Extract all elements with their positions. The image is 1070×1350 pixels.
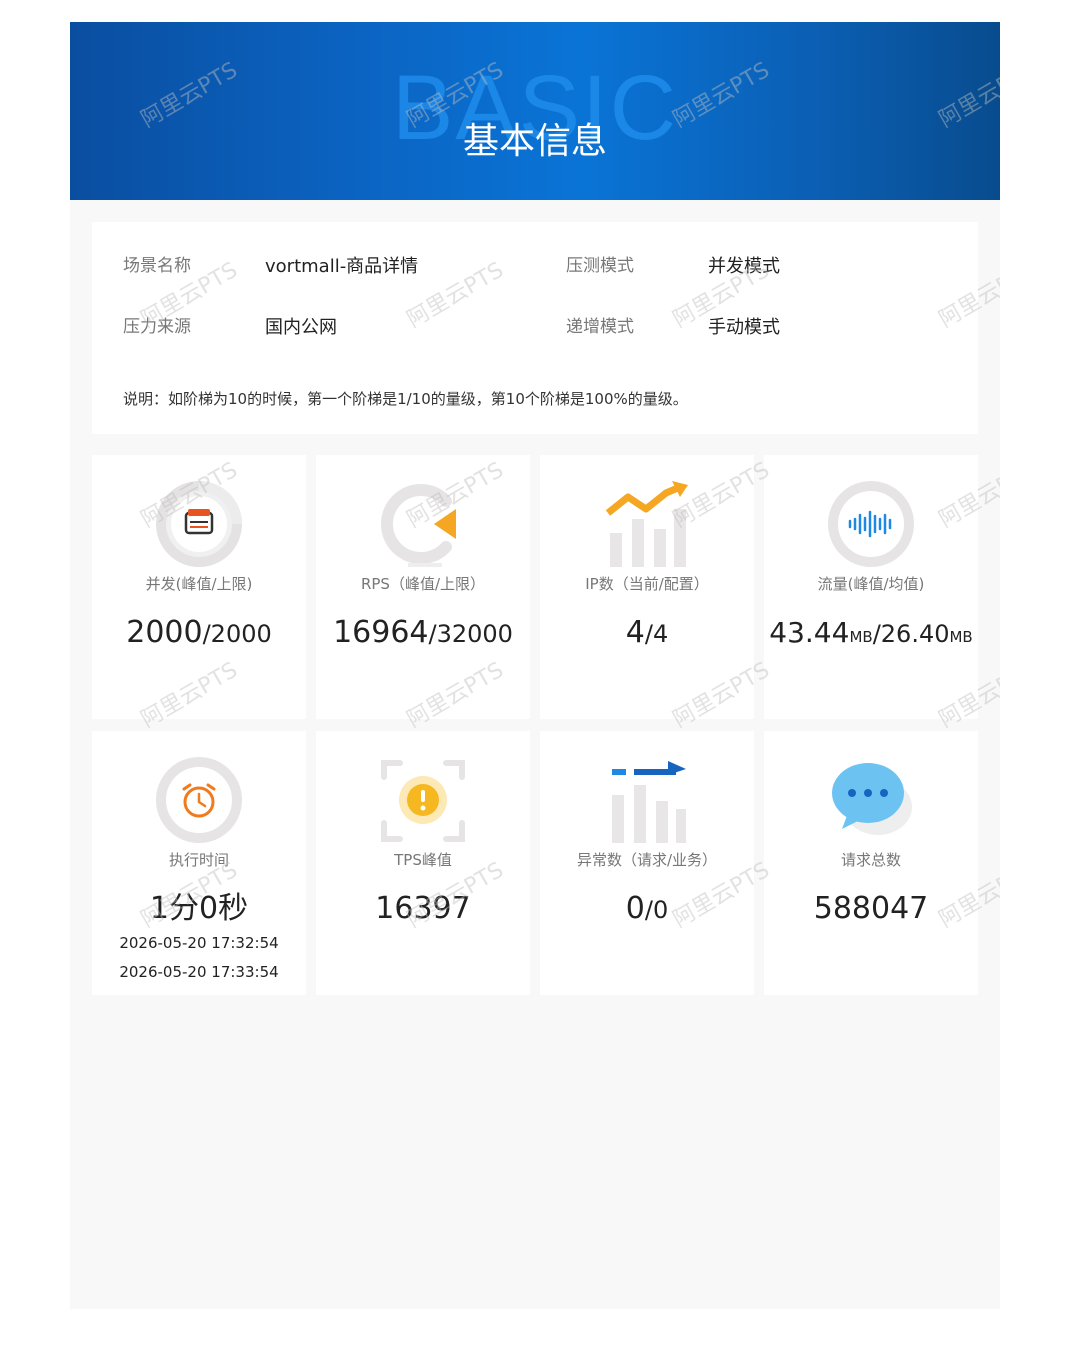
concurrency-value: 2000/2000 <box>92 613 306 654</box>
basic-info-card: 场景名称 vortmall-商品详情 压测模式 并发模式 压力来源 国内公网 递… <box>92 222 978 434</box>
errors-business: /0 <box>644 896 669 924</box>
warning-scan-icon <box>381 760 465 842</box>
traffic-card: 流量(峰值/均值) 43.44MB/26.40MB <box>764 455 978 719</box>
requests-value: 588047 <box>813 891 929 926</box>
traffic-avg: /26.40 <box>872 620 950 648</box>
page-title: 基本信息 <box>462 121 607 162</box>
chat-bubble-icon <box>832 763 912 835</box>
requests-label: 请求总数 <box>840 851 901 869</box>
traffic-avg-unit: MB <box>949 628 973 646</box>
errors-label: 异常数（请求/业务） <box>576 851 718 869</box>
traffic-label: 流量(峰值/均值) <box>817 575 925 593</box>
trend-up-icon <box>605 481 688 567</box>
ip-config: /4 <box>644 620 669 648</box>
test-mode-label: 压测模式 <box>566 256 634 276</box>
wallet-icon <box>156 481 242 567</box>
errors-request: 0 <box>625 891 645 926</box>
banner: BASIC 基本信息 <box>70 22 1000 200</box>
ip-current: 4 <box>625 615 645 650</box>
ramp-note: 说明：如阶梯为10的时候，第一个阶梯是1/10的量级，第10个阶梯是100%的量… <box>123 390 688 408</box>
ip-card: IP数（当前/配置） 4/4 <box>540 455 754 719</box>
errors-card: 异常数（请求/业务） 0/0 <box>540 731 754 995</box>
pressure-source-label: 压力来源 <box>123 317 191 337</box>
tps-label: TPS峰值 <box>394 851 452 869</box>
errors-value: 0/0 <box>540 889 754 930</box>
concurrency-card: 并发(峰值/上限) 2000/2000 <box>92 455 306 719</box>
requests-card: 请求总数 588047 <box>764 731 978 995</box>
tps-value: 16397 <box>375 891 471 926</box>
traffic-peak-unit: MB <box>849 628 873 646</box>
rps-limit: /32000 <box>428 620 513 648</box>
ip-label: IP数（当前/配置） <box>585 575 709 593</box>
play-back-icon <box>380 484 456 567</box>
sound-wave-icon <box>828 481 914 567</box>
scene-name-value: vortmall-商品详情 <box>265 256 419 277</box>
end-time: 2026-05-20 17:33:54 <box>119 963 279 981</box>
alarm-clock-icon <box>156 757 242 843</box>
ramp-mode-value: 手动模式 <box>708 317 780 338</box>
scene-name-label: 场景名称 <box>123 256 191 276</box>
traffic-value: 43.44MB/26.40MB <box>764 613 978 657</box>
tps-card: TPS峰值 16397 <box>316 731 530 995</box>
rps-label: RPS（峰值/上限） <box>360 575 486 593</box>
start-time: 2026-05-20 17:32:54 <box>119 934 279 952</box>
rps-value: 16964/32000 <box>316 613 530 654</box>
rps-peak: 16964 <box>333 615 429 650</box>
duration-card: 执行时间 1分0秒 2026-05-20 17:32:54 2026-05-20… <box>92 731 306 995</box>
report-page: BASIC 基本信息 场景名称 vortmall-商品详情 压测模式 并发模式 … <box>70 22 1000 1309</box>
test-mode-value: 并发模式 <box>708 256 780 277</box>
concurrency-limit: /2000 <box>202 620 272 648</box>
pressure-source-value: 国内公网 <box>265 317 337 338</box>
bar-error-icon <box>612 761 686 843</box>
concurrency-label: 并发(峰值/上限) <box>145 575 253 593</box>
ip-value: 4/4 <box>540 613 754 654</box>
duration-label: 执行时间 <box>168 851 229 869</box>
traffic-peak: 43.44 <box>769 616 850 649</box>
concurrency-peak: 2000 <box>126 615 203 650</box>
ramp-mode-label: 递增模式 <box>566 317 634 337</box>
duration-value: 1分0秒 <box>149 891 249 926</box>
rps-card: RPS（峰值/上限） 16964/32000 <box>316 455 530 719</box>
